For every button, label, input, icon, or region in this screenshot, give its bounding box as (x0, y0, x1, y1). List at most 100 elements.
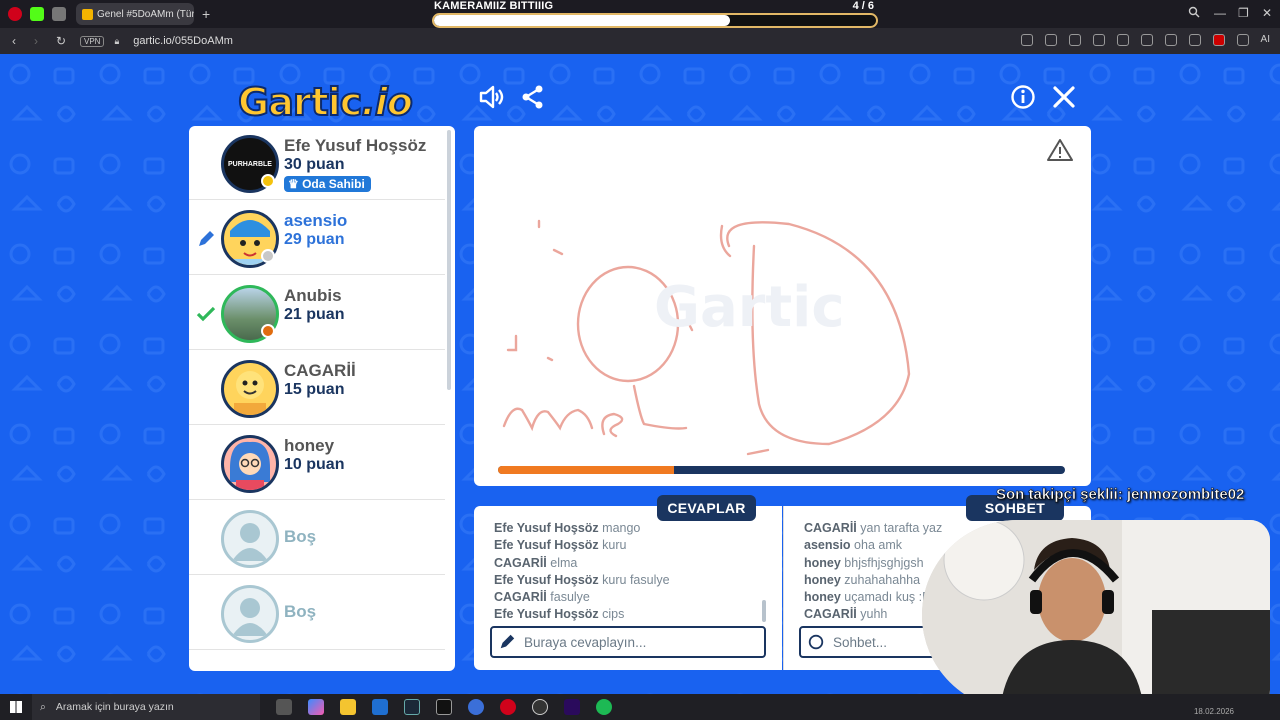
message-user: honey (804, 555, 841, 570)
profile-icon[interactable] (1212, 34, 1225, 46)
copilot-icon[interactable] (308, 699, 324, 715)
close-window-icon[interactable]: ✕ (1262, 6, 1272, 20)
stream-goal-title: KAMERAMIIZ BITTIIIG (434, 0, 554, 12)
extension-icon[interactable] (52, 7, 66, 21)
message-text: oha amk (854, 538, 902, 553)
message-text: yan tarafta yaz (860, 521, 943, 535)
edit-icon[interactable] (1020, 34, 1033, 46)
file-explorer-icon[interactable] (340, 699, 356, 715)
windows-start-icon[interactable] (10, 701, 22, 713)
download-icon[interactable] (1164, 34, 1177, 46)
answer-input-box[interactable] (490, 626, 766, 658)
empty-slot: Boş (189, 501, 445, 575)
empty-avatar-icon (221, 510, 279, 568)
player-row-drawing[interactable]: asensio 29 puan (189, 201, 445, 275)
answers-scrollbar[interactable] (762, 600, 766, 622)
logo-main-text: Gartic (237, 79, 363, 125)
drawing-canvas[interactable]: Gartic (474, 126, 1091, 486)
webcam-feed-image (922, 520, 1270, 710)
round-timer-bar (498, 466, 1065, 474)
maximize-icon[interactable]: ❐ (1238, 6, 1249, 20)
menu-icon[interactable] (1188, 34, 1201, 46)
canvas-watermark: Gartic (654, 275, 845, 340)
players-scrollbar[interactable] (447, 130, 451, 390)
heart-icon[interactable] (1140, 34, 1153, 46)
close-icon[interactable] (1051, 84, 1077, 110)
stream-goal-progress-fill (434, 15, 731, 26)
player-status-dot (261, 249, 275, 263)
info-icon[interactable] (1010, 84, 1036, 110)
opera-logo-icon[interactable] (8, 7, 22, 21)
url-field[interactable]: gartic.io/055DoAMm (133, 35, 233, 47)
player-points: 29 puan (284, 231, 345, 248)
player-points: 10 puan (284, 456, 345, 473)
player-name: honey (284, 436, 335, 455)
browser-tab-active[interactable]: Genel #5DoAMm (Türkçe) (76, 3, 194, 25)
answers-list: Efe Yusuf Hoşsöz mango Efe Yusuf Hoşsöz k… (494, 520, 670, 624)
send-icon[interactable] (1092, 34, 1105, 46)
pencil-icon (500, 634, 515, 649)
opera-icon[interactable] (500, 699, 516, 715)
message-row: Efe Yusuf Hoşsöz kuru fasulye (494, 572, 670, 589)
taskbar-search-box[interactable]: ⌕ Aramak için buraya yazın (32, 694, 260, 720)
player-points: 21 puan (284, 306, 345, 323)
message-user: CAGARİİ (804, 607, 857, 622)
message-row: Efe Yusuf Hoşsöz cips (494, 606, 670, 623)
taskbar-search-placeholder: Aramak için buraya yazın (55, 701, 174, 713)
message-row: asensio oha amk (804, 537, 942, 554)
back-icon[interactable]: ‹ (12, 34, 22, 48)
minimize-icon[interactable]: — (1214, 6, 1226, 20)
player-avatar (221, 435, 279, 493)
pencil-icon (199, 231, 214, 246)
forward-icon[interactable]: › (34, 34, 44, 48)
message-user: Efe Yusuf Hoşsöz (494, 572, 599, 587)
message-row: CAGARİİ fasulye (494, 589, 670, 606)
camera-icon[interactable] (1044, 34, 1057, 46)
player-name: Efe Yusuf Hoşsöz (284, 136, 427, 155)
avatar-logo-text: PURHARBLE (228, 160, 272, 168)
player-row[interactable]: honey 10 puan (189, 426, 445, 500)
reload-icon[interactable]: ↻ (56, 34, 66, 48)
share-icon[interactable] (520, 84, 546, 110)
answers-tab[interactable]: CEVAPLAR (657, 495, 756, 521)
stream-follower-text: Son takipçi şeklii: jenmozombite02 (996, 486, 1245, 504)
spotify-icon[interactable] (596, 699, 612, 715)
app-icon[interactable] (468, 699, 484, 715)
player-name: asensio (284, 211, 348, 230)
kick-app-icon[interactable] (30, 7, 44, 21)
ai-icon[interactable]: AI (1261, 34, 1270, 46)
browser-search-icon[interactable] (1188, 6, 1200, 21)
logo-suffix-text: .io (360, 79, 414, 125)
message-text: zuhahahahha (844, 572, 921, 587)
empty-slot-label: Boş (284, 602, 317, 621)
player-points: 30 puan (284, 156, 345, 173)
message-text: cips (602, 607, 625, 622)
answer-input[interactable] (524, 634, 724, 650)
premiere-icon[interactable] (564, 699, 580, 715)
tab-title: Genel #5DoAMm (Türkçe) (97, 8, 194, 20)
message-text: uçamadı kuş :D (844, 590, 932, 605)
player-status-dot (261, 324, 275, 338)
cube-icon[interactable] (1236, 34, 1249, 46)
volume-icon[interactable] (478, 84, 504, 110)
gartic-logo[interactable]: Gartic.io (237, 79, 414, 125)
steam-icon[interactable] (404, 699, 420, 715)
message-row: Efe Yusuf Hoşsöz kuru (494, 537, 670, 554)
play-icon[interactable] (1116, 34, 1129, 46)
player-row-owner[interactable]: PURHARBLE Efe Yusuf Hoşsöz 30 puan ♛ Oda… (189, 126, 445, 200)
message-user: honey (804, 572, 841, 587)
mail-icon[interactable] (372, 699, 388, 715)
search-icon: ⌕ (40, 700, 46, 713)
shield-icon[interactable] (1068, 34, 1081, 46)
epic-games-icon[interactable] (436, 699, 452, 715)
obs-icon[interactable] (532, 699, 548, 715)
chat-bubble-icon (808, 634, 824, 650)
lock-icon: 🔒︎ (114, 35, 120, 46)
task-view-icon[interactable] (276, 699, 292, 715)
player-row[interactable]: CAGARİİ 15 puan (189, 351, 445, 425)
player-row-guessed[interactable]: Anubis 21 puan (189, 276, 445, 350)
vpn-badge[interactable]: VPN (80, 35, 105, 47)
room-owner-label: Oda Sahibi (302, 177, 365, 191)
round-timer-fill (498, 466, 674, 474)
new-tab-plus-icon[interactable]: + (202, 6, 210, 22)
